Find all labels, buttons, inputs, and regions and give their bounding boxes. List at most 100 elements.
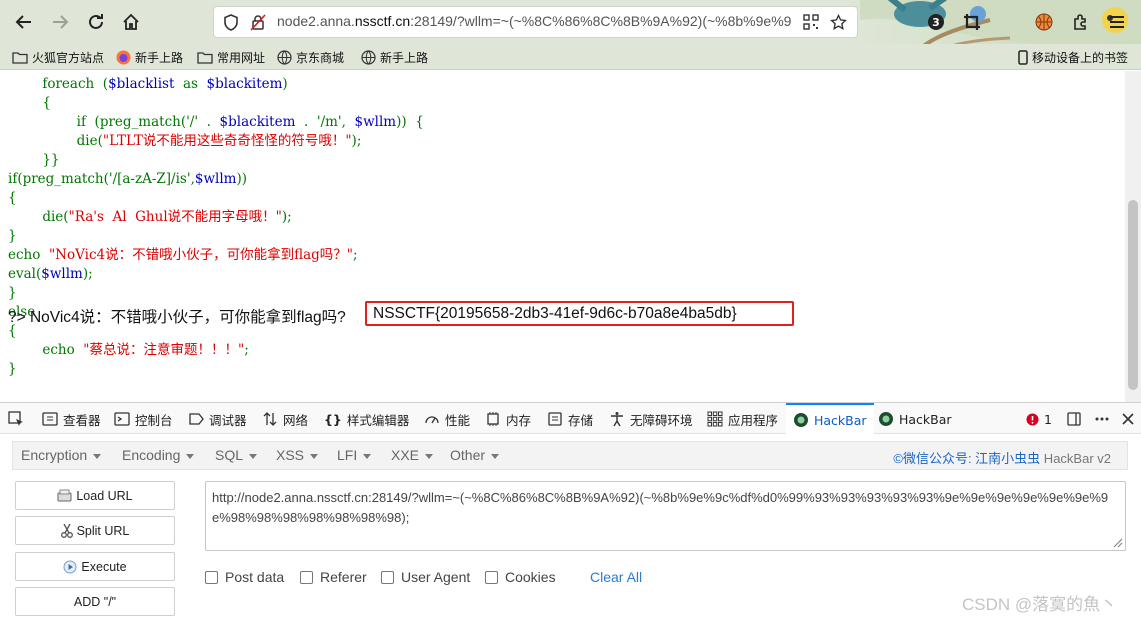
network-icon	[263, 412, 277, 426]
reload-button[interactable]	[82, 8, 110, 36]
page-scrollbar-thumb[interactable]	[1128, 200, 1138, 390]
checkbox-box[interactable]	[205, 570, 218, 584]
chevron-down-icon	[186, 453, 195, 459]
mobile-device-icon	[1018, 49, 1028, 65]
code-line: echo "NoVic4说：不错哦小伙子，可你能拿到flag吗？";	[8, 246, 358, 265]
qr-code-icon[interactable]	[803, 14, 819, 30]
tab-accessibility[interactable]: 无障碍环境	[609, 403, 693, 435]
bookmark-label: 火狐官方站点	[32, 50, 105, 65]
bookmark-label: 京东商城	[296, 50, 345, 65]
menu-xxe[interactable]: XXE	[391, 447, 434, 463]
insecure-lock-icon[interactable]	[250, 14, 266, 31]
home-button[interactable]	[117, 8, 145, 36]
menu-encryption[interactable]: Encryption	[21, 447, 102, 463]
tab-inspector[interactable]: 查看器	[42, 403, 101, 435]
code-keyword: foreach (	[8, 76, 109, 92]
extensions-button[interactable]	[1067, 8, 1095, 36]
devtools-close-button[interactable]	[1121, 403, 1135, 435]
puzzle-icon	[1074, 14, 1086, 30]
user-agent-checkbox[interactable]: User Agent	[381, 569, 470, 585]
url-textarea-value: http://node2.anna.nssctf.cn:28149/?wllm=…	[212, 490, 1109, 525]
tab-debugger[interactable]: 调试器	[188, 403, 247, 435]
tab-memory[interactable]: 内存	[485, 403, 531, 435]
code-variable: $blackitem	[206, 76, 283, 92]
code-keyword: );	[281, 209, 292, 225]
error-counter[interactable]: 1	[1026, 403, 1052, 435]
hackbar-credit: ©微信公众号: 江南小虫虫 HackBar v2	[893, 448, 1111, 467]
tab-label: 无障碍环境	[630, 412, 693, 428]
bookmark-folder-firefox-official[interactable]: 火狐官方站点	[12, 48, 104, 66]
tab-console[interactable]: 控制台	[114, 403, 173, 435]
menu-xss[interactable]: XSS	[276, 447, 319, 463]
basketball-extension-button[interactable]	[1030, 8, 1058, 36]
inspector-icon	[42, 412, 58, 426]
code-keyword: }	[8, 361, 17, 377]
style-editor-icon: {}	[324, 411, 342, 427]
button-label: Execute	[81, 559, 127, 574]
menu-other[interactable]: Other	[450, 447, 500, 463]
referer-checkbox[interactable]: Referer	[300, 569, 367, 585]
url-bar[interactable]: node2.anna.nssctf.cn:28149/?wllm=~(~%8C%…	[213, 6, 858, 38]
execute-button[interactable]: Execute	[15, 552, 175, 581]
extension-notification-badge[interactable]: 3	[922, 8, 950, 36]
crop-icon	[964, 14, 980, 30]
code-line: echo "蔡总说：注意审题！！！";	[8, 341, 249, 360]
tab-network[interactable]: 网络	[262, 403, 308, 435]
code-line: }	[8, 360, 17, 379]
devtools-toolbar: 查看器 控制台 调试器 网络 {} 样式编辑器 性能 内存 存储 无障碍环境 应用…	[0, 402, 1141, 435]
bookmark-star-icon[interactable]	[830, 14, 847, 31]
devtools-options-button[interactable]	[1094, 403, 1110, 435]
hackbar-url-textarea[interactable]: http://node2.anna.nssctf.cn:28149/?wllm=…	[205, 481, 1126, 551]
bookmark-label: 移动设备上的书签	[1032, 50, 1129, 65]
menu-label: Other	[450, 447, 486, 463]
back-button[interactable]	[10, 8, 38, 36]
load-url-button[interactable]: Load URL	[15, 481, 175, 510]
menu-button[interactable]	[1103, 8, 1131, 36]
tab-storage[interactable]: 存储	[547, 403, 593, 435]
resize-grip-icon[interactable]	[1111, 536, 1123, 548]
checkbox-box[interactable]	[485, 570, 498, 584]
tab-hackbar-active[interactable]: HackBar	[786, 403, 874, 435]
tab-style-editor[interactable]: {} 样式编辑器	[324, 403, 409, 435]
code-keyword: }}	[8, 152, 60, 168]
cookies-checkbox[interactable]: Cookies	[485, 569, 556, 585]
shield-icon[interactable]	[223, 14, 239, 31]
code-keyword: eval(	[8, 266, 42, 282]
checkbox-box[interactable]	[300, 570, 313, 584]
mobile-bookmarks[interactable]: 移动设备上的书签	[1018, 48, 1128, 66]
code-line: }	[8, 227, 17, 246]
dock-toggle-button[interactable]	[1066, 403, 1082, 435]
button-label: Load URL	[76, 488, 133, 503]
menu-lfi[interactable]: LFI	[337, 447, 372, 463]
clear-all-link[interactable]: Clear All	[590, 569, 642, 585]
bookmark-folder-common-sites[interactable]: 常用网址	[197, 48, 265, 66]
element-picker-button[interactable]	[8, 403, 29, 435]
forward-button[interactable]	[46, 8, 74, 36]
tab-application[interactable]: 应用程序	[707, 403, 778, 435]
chevron-down-icon	[93, 453, 102, 459]
tab-hackbar[interactable]: HackBar	[878, 403, 952, 435]
chevron-down-icon	[425, 453, 434, 459]
hackbar-icon	[879, 412, 893, 426]
code-line: die("Ra's Al Ghul说不能用字母哦！");	[8, 208, 292, 227]
checkbox-label: Post data	[225, 569, 285, 585]
code-variable: $wllm	[194, 171, 237, 187]
screenshot-button[interactable]	[958, 8, 986, 36]
tab-label: 调试器	[209, 412, 247, 428]
menu-sql[interactable]: SQL	[215, 447, 258, 463]
bookmark-getting-started-2[interactable]: 新手上路	[361, 48, 428, 66]
accessibility-icon	[611, 412, 623, 427]
add-slash-button[interactable]: ADD "/"	[15, 587, 175, 616]
split-url-button[interactable]: Split URL	[15, 516, 175, 545]
tab-performance[interactable]: 性能	[424, 403, 470, 435]
firefox-icon	[116, 50, 131, 64]
bookmark-jd-mall[interactable]: 京东商城	[277, 48, 344, 66]
more-options-icon	[1095, 417, 1109, 421]
menu-encoding[interactable]: Encoding	[122, 447, 195, 463]
credit-link[interactable]: ©微信公众号: 江南小虫虫	[893, 451, 1040, 466]
code-keyword: ;	[244, 342, 249, 358]
home-icon	[123, 13, 139, 30]
bookmark-getting-started[interactable]: 新手上路	[116, 48, 183, 66]
checkbox-box[interactable]	[381, 570, 394, 584]
post-data-checkbox[interactable]: Post data	[205, 569, 284, 585]
